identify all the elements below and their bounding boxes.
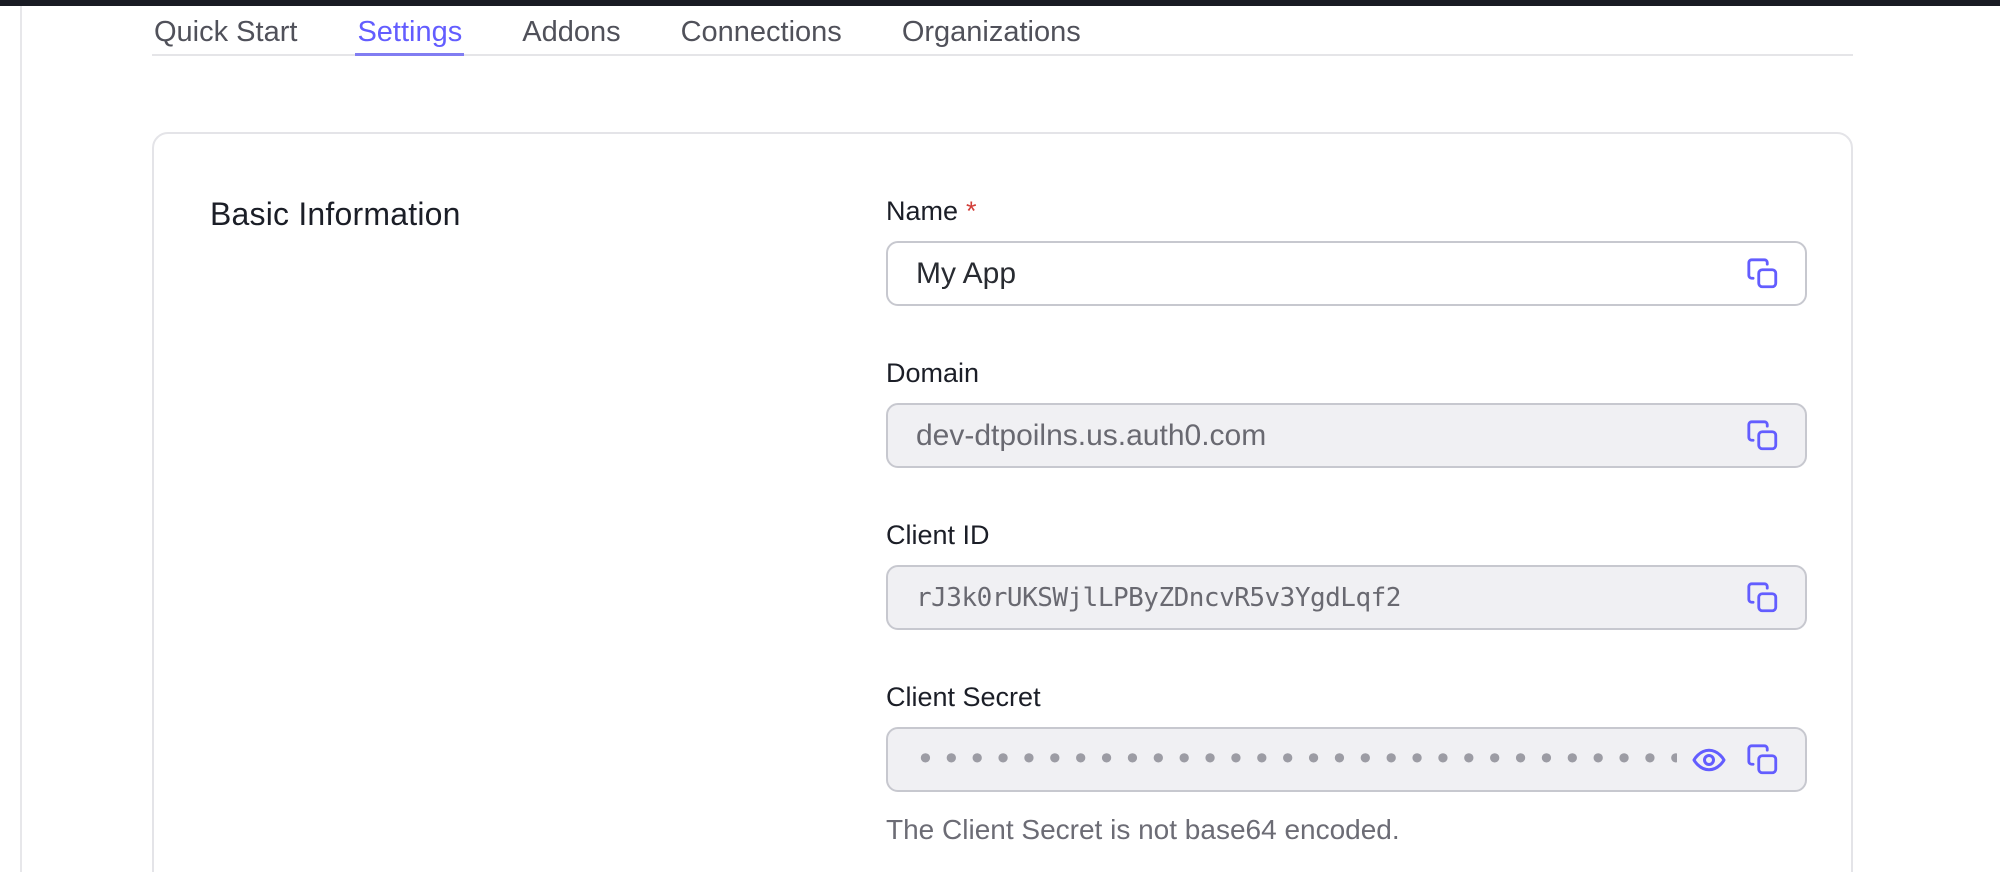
client-secret-field-group: Client Secret ••••••••••••••••••••••••••…	[886, 682, 1807, 846]
basic-information-card: Basic Information Name * My App D	[152, 132, 1853, 872]
domain-field-group: Domain dev-dtpoilns.us.auth0.com	[886, 358, 1807, 468]
copy-domain-button[interactable]	[1741, 414, 1785, 458]
tab-organizations[interactable]: Organizations	[900, 6, 1083, 56]
domain-label: Domain	[886, 358, 1807, 389]
copy-client-id-button[interactable]	[1741, 576, 1785, 620]
domain-input: dev-dtpoilns.us.auth0.com	[886, 403, 1807, 468]
client-secret-input: ••••••••••••••••••••••••••••••••••••••••…	[886, 727, 1807, 792]
tab-settings[interactable]: Settings	[355, 6, 464, 56]
name-field-group: Name * My App	[886, 196, 1807, 306]
client-id-input: rJ3k0rUKSWjlLPByZDncvR5v3YgdLqf2	[886, 565, 1807, 630]
name-label-text: Name	[886, 196, 958, 227]
client-secret-label: Client Secret	[886, 682, 1807, 713]
name-input-value: My App	[916, 257, 1731, 291]
card-left-column: Basic Information	[210, 196, 886, 872]
client-id-input-value: rJ3k0rUKSWjlLPByZDncvR5v3YgdLqf2	[916, 583, 1731, 613]
name-input[interactable]: My App	[886, 241, 1807, 306]
client-id-field-group: Client ID rJ3k0rUKSWjlLPByZDncvR5v3YgdLq…	[886, 520, 1807, 630]
name-label: Name *	[886, 196, 1807, 227]
copy-icon	[1746, 581, 1780, 615]
copy-icon	[1746, 257, 1780, 291]
left-page-divider	[20, 6, 22, 872]
client-id-label: Client ID	[886, 520, 1807, 551]
client-secret-helper-text: The Client Secret is not base64 encoded.	[886, 814, 1807, 846]
application-tabs: Quick Start Settings Addons Connections …	[152, 6, 1853, 56]
required-asterisk: *	[966, 196, 977, 227]
domain-label-text: Domain	[886, 358, 979, 389]
tab-addons[interactable]: Addons	[520, 6, 622, 56]
card-form-column: Name * My App Domain dev-dtpoilns.us.aut…	[886, 196, 1807, 872]
tab-quick-start[interactable]: Quick Start	[152, 6, 299, 56]
tab-connections[interactable]: Connections	[679, 6, 844, 56]
domain-input-value: dev-dtpoilns.us.auth0.com	[916, 419, 1731, 453]
copy-name-button[interactable]	[1741, 252, 1785, 296]
copy-icon	[1746, 419, 1780, 453]
client-secret-masked-value: ••••••••••••••••••••••••••••••••••••••••…	[916, 727, 1677, 792]
copy-icon	[1746, 743, 1780, 777]
copy-client-secret-button[interactable]	[1741, 738, 1785, 782]
reveal-client-secret-button[interactable]	[1687, 738, 1731, 782]
client-id-label-text: Client ID	[886, 520, 990, 551]
section-title: Basic Information	[210, 196, 886, 233]
client-secret-label-text: Client Secret	[886, 682, 1041, 713]
reveal-eye-icon	[1691, 742, 1727, 778]
